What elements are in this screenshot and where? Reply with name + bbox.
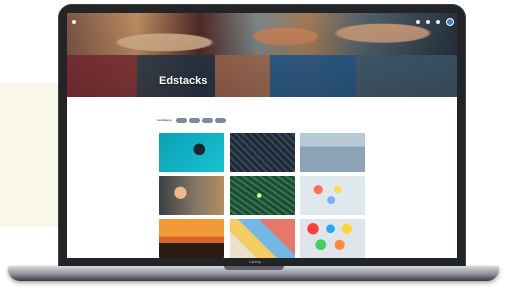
filter-chip[interactable] (188, 118, 200, 123)
course-tile[interactable] (300, 219, 365, 258)
course-tile[interactable] (159, 219, 224, 258)
menu-icon[interactable] (72, 20, 76, 24)
laptop-brand: Laptop (248, 259, 262, 264)
course-tile[interactable] (159, 176, 224, 215)
course-tile[interactable] (230, 133, 295, 172)
avatar[interactable] (446, 18, 454, 26)
page-title: Edstacks (159, 75, 208, 87)
hero-banner: Edstacks (67, 13, 457, 97)
laptop-notch (224, 266, 284, 270)
course-tile[interactable] (300, 133, 365, 172)
filter-label: Hoofdgang (157, 118, 172, 122)
course-tile[interactable] (230, 176, 295, 215)
notification-icon[interactable] (416, 20, 420, 24)
profile-icon[interactable] (436, 20, 440, 24)
course-tile[interactable] (159, 133, 224, 172)
filter-chip[interactable] (214, 118, 226, 123)
course-tile[interactable] (230, 219, 295, 258)
settings-icon[interactable] (426, 20, 430, 24)
filter-row: Hoofdgang (157, 117, 226, 124)
laptop-product-scene: Edstacks Hoofdgang Laptop (0, 0, 507, 290)
course-tile[interactable] (300, 176, 365, 215)
laptop-screen: Edstacks Hoofdgang (67, 13, 457, 258)
filter-chip[interactable] (201, 118, 213, 123)
filter-chip[interactable] (175, 118, 187, 123)
